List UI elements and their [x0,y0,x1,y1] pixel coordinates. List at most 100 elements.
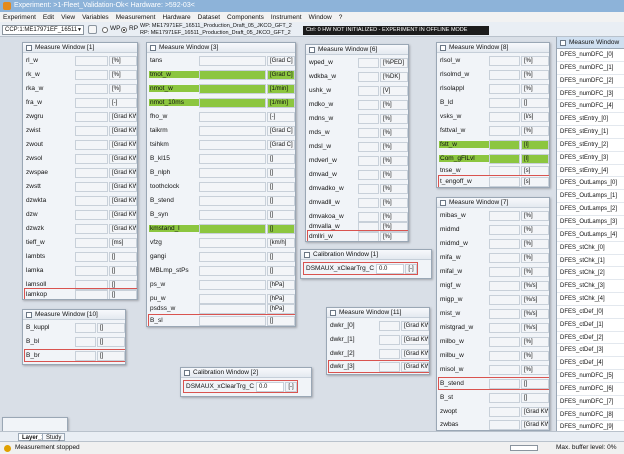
measure-row[interactable]: dzwkta [Grad KW] [25,195,137,206]
measure-row[interactable]: zwout [Grad KW] [25,139,137,150]
measure-row[interactable]: mdsl_w [%] [308,141,408,152]
list-item[interactable]: DFES_numDFC_[4] [557,100,624,114]
list-item[interactable]: DFES_OutLamps_[0] [557,177,624,191]
measure-row[interactable]: lambts [] [25,251,137,262]
measure-row[interactable]: mdns_w [%] [308,113,408,124]
right-measure-panel[interactable]: Measure Window DFES_numDFC_[0] DFES_numD… [556,37,624,431]
measure-row[interactable]: mistgrad_w [%/s] [439,322,549,333]
measure-window-7[interactable]: Measure Window [7] mibas_w [%] midmd [%] m… [436,197,550,431]
measure-row[interactable]: MBLmp_stPs [] [149,265,295,276]
measure-row[interactable]: ushk_w [V] [308,85,408,96]
measure-row[interactable]: mds_w [%] [308,127,408,138]
menu-view[interactable]: View [61,14,75,21]
measure-row[interactable]: wped_w [%PED] [308,57,408,68]
measure-row[interactable]: dwkr_[1] [Grad KW] [329,334,429,345]
menu-measurement[interactable]: Measurement [116,14,156,21]
calibration-row[interactable]: DSMAUX_xClearTrg_C 0.0 [-] [302,262,419,275]
measure-row[interactable]: fsttval_w [%] [439,125,549,136]
list-item[interactable]: DFES_numDFC_[1] [557,62,624,75]
partial-window[interactable] [2,417,68,431]
list-item[interactable]: DFES_stChk_[4] [557,293,624,306]
measure-row[interactable]: mist_w [%/s] [439,308,549,319]
measure-window-3[interactable]: Measure Window [3] tans [Grad C] tmot_w [G… [146,42,296,327]
list-item[interactable]: DFES_stEntry_[4] [557,165,624,178]
list-item[interactable]: DFES_ctDef_[0] [557,306,624,319]
measure-row[interactable]: dzw [Grad KW] [25,209,137,220]
measure-row[interactable]: fho_w [-] [149,111,295,122]
list-item[interactable]: DFES_OutLamps_[1] [557,190,624,204]
measure-row[interactable]: B_nlph [] [149,167,295,178]
list-item[interactable]: DFES_numDFC_[3] [557,88,624,101]
measure-row-selected[interactable]: B_br [] [24,349,125,362]
list-item[interactable]: DFES_stChk_[3] [557,280,624,294]
list-item[interactable]: DFES_numDFC_[2] [557,75,624,88]
list-item[interactable]: DFES_OutLamps_[4] [557,229,624,242]
measure-row[interactable]: zwspae [Grad KW] [25,167,137,178]
measure-window-6[interactable]: Measure Window [6] wped_w [%PED] wdkba_w [… [305,44,409,242]
measure-row-selected[interactable]: dwkr_[3] [Grad KW] [328,360,429,373]
measure-row[interactable]: rka_w [%] [25,83,137,94]
measure-row[interactable]: rk_w [%] [25,69,137,80]
list-item[interactable]: DFES_stEntry_[3] [557,152,624,165]
list-item[interactable]: DFES_ctDef_[1] [557,319,624,332]
menu-hardware[interactable]: Hardware [162,14,190,21]
calibration-window-1[interactable]: Calibration Window [1] DSMAUX_xClearTrg_… [300,249,432,279]
measure-row[interactable]: taikrm [Grad C] [149,125,295,136]
measure-row[interactable]: mdko_w [%] [308,99,408,110]
window-titlebar[interactable]: Measure Window [10] [23,310,125,320]
measure-row[interactable]: zwbas [Grad KW] [439,419,549,430]
measure-row[interactable]: wdkba_w [%DK] [308,71,408,82]
panel-titlebar[interactable]: Measure Window [557,37,624,49]
menu-instrument[interactable]: Instrument [271,14,302,21]
measure-row-selected[interactable]: t_engoff_w [s] [438,175,549,187]
measure-row-highlighted[interactable]: fstt_w [l] [439,139,549,150]
window-titlebar[interactable]: Measure Window [7] [437,198,549,208]
menu-components[interactable]: Components [227,14,264,21]
measure-row[interactable]: B_syn [] [149,209,295,220]
calibration-window-2[interactable]: Calibration Window [2] DSMAUX_xClearTrg_… [180,367,312,397]
measure-row[interactable]: zwstt [Grad KW] [25,181,137,192]
ccp-select[interactable]: CCP:1:ME17971EF_16511 ▼ [2,25,84,35]
list-item[interactable]: DFES_numDFC_[9] [557,421,624,431]
measure-row[interactable]: B_ld [] [439,97,549,108]
window-titlebar[interactable]: Calibration Window [1] [301,250,431,260]
measure-row[interactable]: rlsol_w [%] [439,55,549,66]
list-item[interactable]: DFES_numDFC_[0] [557,49,624,62]
measure-row[interactable]: zwist [Grad KW] [25,125,137,136]
measure-row[interactable]: fra_w [-] [25,97,137,108]
list-item[interactable]: DFES_ctDef_[2] [557,332,624,345]
measure-row[interactable]: mifa_w [%] [439,252,549,263]
measure-row[interactable]: milbu_w [%] [439,350,549,361]
measure-window-10[interactable]: Measure Window [10] B_kuppl [] B_bl [] B_b… [22,309,126,365]
measure-row[interactable]: rlsolappl [%] [439,83,549,94]
list-item[interactable]: DFES_numDFC_[6] [557,383,624,396]
measure-row[interactable]: vfzg [km/h] [149,237,295,248]
menu-help[interactable]: ? [339,14,343,21]
measure-window-8[interactable]: Measure Window [8] rlsol_w [%] rlsolmd_w [… [436,42,550,188]
measure-row[interactable]: midmd [%] [439,224,549,235]
measure-row[interactable]: psdss_w [hPa] [149,303,295,314]
measure-row[interactable]: midmd_w [%] [439,238,549,249]
menu-edit[interactable]: Edit [43,14,54,21]
measure-row[interactable]: tans [Grad C] [149,55,295,66]
list-item[interactable]: DFES_numDFC_[5] [557,370,624,383]
tab-study[interactable]: Study [42,433,66,441]
list-item[interactable]: DFES_OutLamps_[2] [557,203,624,216]
measure-row[interactable]: misol_w [%] [439,364,549,375]
list-item[interactable]: DFES_OutLamps_[3] [557,216,624,229]
measure-row[interactable]: tsihkm [Grad C] [149,139,295,150]
measure-row[interactable]: migf_w [%/s] [439,280,549,291]
list-item[interactable]: DFES_stEntry_[1] [557,126,624,139]
list-item[interactable]: DFES_stChk_[1] [557,255,624,268]
window-titlebar[interactable]: Calibration Window [2] [181,368,311,378]
list-item[interactable]: DFES_stEntry_[0] [557,113,624,127]
rp-radio[interactable] [121,27,127,33]
measure-row[interactable]: ps_w [hPa] [149,279,295,290]
measure-row[interactable]: rl_w [%] [25,55,137,66]
cal-value-input[interactable]: 0.0 [376,263,405,274]
measure-row[interactable]: dwkr_[0] [Grad KW] [329,320,429,331]
list-item[interactable]: DFES_ctDef_[3] [557,344,624,358]
tool-icon[interactable] [88,25,97,34]
measure-row[interactable]: dmvadko_w [%] [308,183,408,194]
measure-row[interactable]: B_kuppl [] [25,322,125,333]
